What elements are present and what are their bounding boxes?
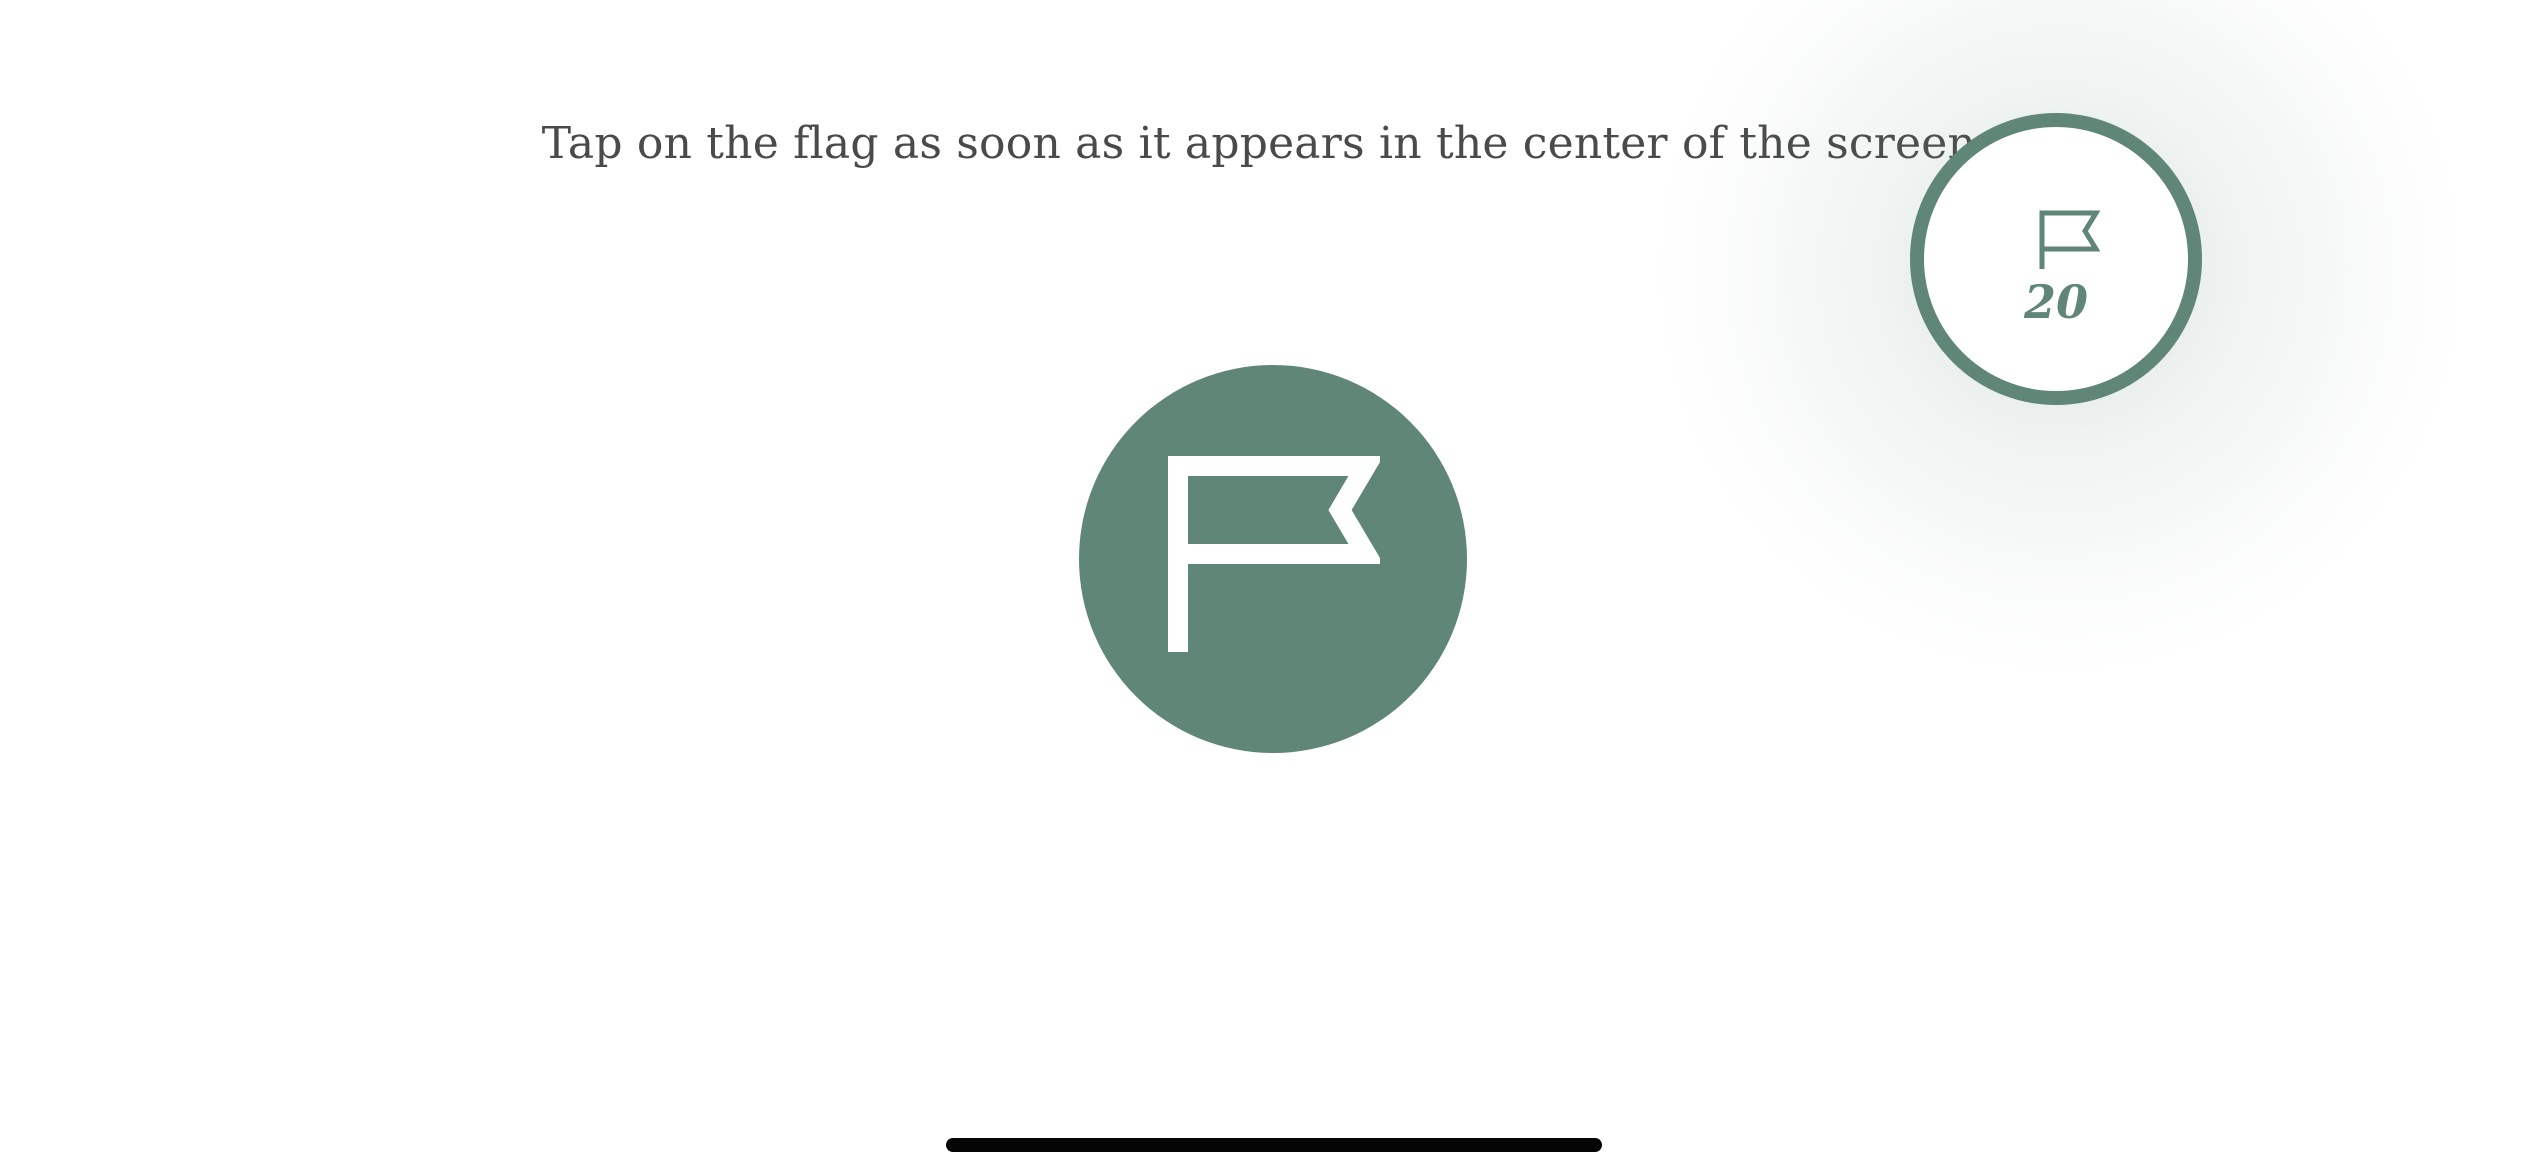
flag-icon <box>2039 210 2100 269</box>
game-screen: Tap on the flag as soon as it appears in… <box>0 0 2532 1170</box>
flag-icon <box>1168 456 1380 652</box>
home-indicator[interactable] <box>946 1138 1602 1152</box>
flag-count: 20 <box>2023 275 2088 329</box>
flag-target-button[interactable] <box>1079 365 1467 753</box>
flag-counter-badge: 20 <box>1910 113 2202 405</box>
